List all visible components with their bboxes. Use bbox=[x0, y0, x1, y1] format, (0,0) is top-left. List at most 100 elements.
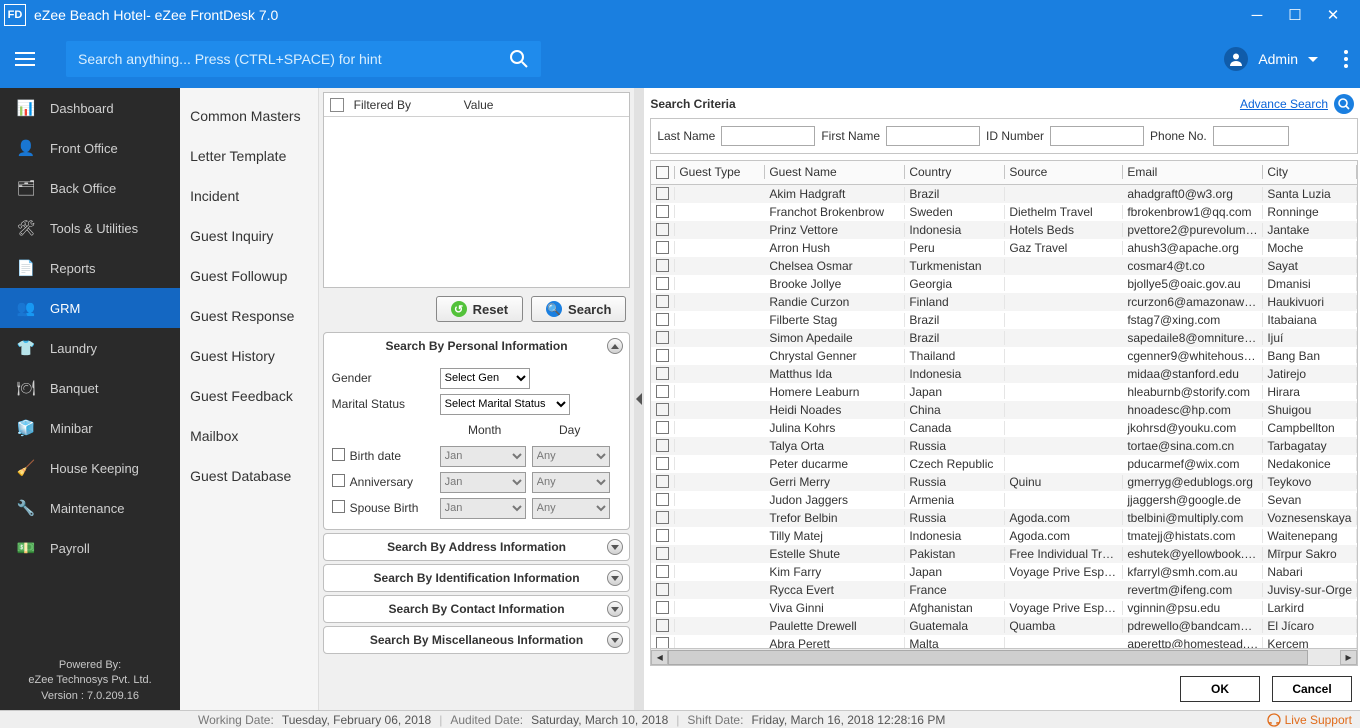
sidebar-item-dashboard[interactable]: 📊Dashboard bbox=[0, 88, 180, 128]
advance-search-link[interactable]: Advance Search bbox=[1240, 97, 1328, 111]
subside-item-guest-response[interactable]: Guest Response bbox=[180, 296, 318, 336]
sidebar-item-laundry[interactable]: 👕Laundry bbox=[0, 328, 180, 368]
table-row[interactable]: Heidi NoadesChinahnoadesc@hp.comShuigou bbox=[651, 401, 1357, 419]
row-checkbox[interactable] bbox=[656, 421, 669, 434]
more-menu-button[interactable] bbox=[1344, 50, 1348, 68]
ok-button[interactable]: OK bbox=[1180, 676, 1260, 702]
search-button[interactable]: 🔍 Search bbox=[531, 296, 626, 322]
search-criteria-button[interactable] bbox=[1334, 94, 1354, 114]
panel-splitter[interactable] bbox=[634, 88, 644, 710]
row-checkbox[interactable] bbox=[656, 511, 669, 524]
subside-item-guest-feedback[interactable]: Guest Feedback bbox=[180, 376, 318, 416]
search-icon[interactable] bbox=[497, 49, 541, 69]
first-name-input[interactable] bbox=[886, 126, 980, 146]
row-checkbox[interactable] bbox=[656, 439, 669, 452]
row-checkbox[interactable] bbox=[656, 385, 669, 398]
table-row[interactable]: Paulette DrewellGuatemalaQuambapdrewello… bbox=[651, 617, 1357, 635]
row-checkbox[interactable] bbox=[656, 547, 669, 560]
table-row[interactable]: Randie CurzonFinlandrcurzon6@amazonaws..… bbox=[651, 293, 1357, 311]
table-row[interactable]: Trefor BelbinRussiaAgoda.comtbelbini@mul… bbox=[651, 509, 1357, 527]
id-number-input[interactable] bbox=[1050, 126, 1144, 146]
row-checkbox[interactable] bbox=[656, 493, 669, 506]
table-row[interactable]: Arron HushPeruGaz Travelahush3@apache.or… bbox=[651, 239, 1357, 257]
col-city[interactable]: City bbox=[1263, 165, 1357, 179]
table-row[interactable]: Julina KohrsCanadajkohrsd@youku.comCampb… bbox=[651, 419, 1357, 437]
reset-button[interactable]: ↺ Reset bbox=[436, 296, 523, 322]
subside-item-guest-history[interactable]: Guest History bbox=[180, 336, 318, 376]
acc-identification-header[interactable]: Search By Identification Information bbox=[324, 565, 630, 591]
maximize-button[interactable]: ☐ bbox=[1276, 0, 1314, 30]
col-email[interactable]: Email bbox=[1123, 165, 1263, 179]
row-checkbox[interactable] bbox=[656, 403, 669, 416]
subside-item-common-masters[interactable]: Common Masters bbox=[180, 96, 318, 136]
table-row[interactable]: Matthus IdaIndonesiamidaa@stanford.eduJa… bbox=[651, 365, 1357, 383]
row-checkbox[interactable] bbox=[656, 565, 669, 578]
col-source[interactable]: Source bbox=[1005, 165, 1123, 179]
table-row[interactable]: Chelsea OsmarTurkmenistancosmar4@t.coSay… bbox=[651, 257, 1357, 275]
close-button[interactable]: ✕ bbox=[1314, 0, 1352, 30]
row-checkbox[interactable] bbox=[656, 601, 669, 614]
row-checkbox[interactable] bbox=[656, 313, 669, 326]
spouse-month-select[interactable]: Jan bbox=[440, 498, 526, 519]
table-row[interactable]: Simon ApedaileBrazilsapedaile8@omniture.… bbox=[651, 329, 1357, 347]
row-checkbox[interactable] bbox=[656, 331, 669, 344]
user-menu[interactable]: Admin bbox=[1224, 47, 1348, 71]
row-checkbox[interactable] bbox=[656, 619, 669, 632]
subside-item-guest-inquiry[interactable]: Guest Inquiry bbox=[180, 216, 318, 256]
sidebar-item-maintenance[interactable]: 🔧Maintenance bbox=[0, 488, 180, 528]
sidebar-item-payroll[interactable]: 💵Payroll bbox=[0, 528, 180, 568]
table-row[interactable]: Judon JaggersArmeniajjaggersh@google.deS… bbox=[651, 491, 1357, 509]
col-guest-type[interactable]: Guest Type bbox=[675, 165, 765, 179]
table-row[interactable]: Peter ducarmeCzech Republicpducarmef@wix… bbox=[651, 455, 1357, 473]
col-guest-name[interactable]: Guest Name bbox=[765, 165, 905, 179]
sidebar-item-front-office[interactable]: 👤Front Office bbox=[0, 128, 180, 168]
table-row[interactable]: Brooke JollyeGeorgiabjollye5@oaic.gov.au… bbox=[651, 275, 1357, 293]
scroll-right-icon[interactable]: ▸ bbox=[1340, 650, 1357, 665]
sidebar-item-grm[interactable]: 👥GRM bbox=[0, 288, 180, 328]
sidebar-item-tools-utilities[interactable]: 🛠Tools & Utilities bbox=[0, 208, 180, 248]
row-checkbox[interactable] bbox=[656, 349, 669, 362]
subside-item-incident[interactable]: Incident bbox=[180, 176, 318, 216]
row-checkbox[interactable] bbox=[656, 457, 669, 470]
birth-day-select[interactable]: Any bbox=[532, 446, 610, 467]
cancel-button[interactable]: Cancel bbox=[1272, 676, 1352, 702]
last-name-input[interactable] bbox=[721, 126, 815, 146]
gender-select[interactable]: Select Gen bbox=[440, 368, 530, 389]
subside-item-guest-followup[interactable]: Guest Followup bbox=[180, 256, 318, 296]
spouse-day-select[interactable]: Any bbox=[532, 498, 610, 519]
live-support-button[interactable]: Live Support bbox=[1267, 713, 1352, 727]
table-row[interactable]: Estelle ShutePakistanFree Individual Tra… bbox=[651, 545, 1357, 563]
scroll-left-icon[interactable]: ◂ bbox=[651, 650, 668, 665]
anniv-month-select[interactable]: Jan bbox=[440, 472, 526, 493]
table-row[interactable]: Franchot BrokenbrowSwedenDiethelm Travel… bbox=[651, 203, 1357, 221]
filter-select-all-checkbox[interactable] bbox=[330, 98, 344, 112]
grid-select-all-checkbox[interactable] bbox=[656, 166, 669, 179]
table-row[interactable]: Tilly MatejIndonesiaAgoda.comtmatejj@his… bbox=[651, 527, 1357, 545]
row-checkbox[interactable] bbox=[656, 529, 669, 542]
birth-checkbox[interactable] bbox=[332, 448, 345, 461]
row-checkbox[interactable] bbox=[656, 475, 669, 488]
table-row[interactable]: Kim FarryJapanVoyage Prive Espan...kfarr… bbox=[651, 563, 1357, 581]
anniv-checkbox[interactable] bbox=[332, 474, 345, 487]
anniv-day-select[interactable]: Any bbox=[532, 472, 610, 493]
menu-toggle-button[interactable] bbox=[0, 52, 50, 66]
subside-item-mailbox[interactable]: Mailbox bbox=[180, 416, 318, 456]
table-row[interactable]: Prinz VettoreIndonesiaHotels Bedspvettor… bbox=[651, 221, 1357, 239]
table-row[interactable]: Akim HadgraftBrazilahadgraft0@w3.orgSant… bbox=[651, 185, 1357, 203]
row-checkbox[interactable] bbox=[656, 259, 669, 272]
birth-month-select[interactable]: Jan bbox=[440, 446, 526, 467]
table-row[interactable]: Viva GinniAfghanistanVoyage Prive Espan.… bbox=[651, 599, 1357, 617]
sidebar-item-back-office[interactable]: 🗂Back Office bbox=[0, 168, 180, 208]
sidebar-item-banquet[interactable]: 🍽Banquet bbox=[0, 368, 180, 408]
grid-horizontal-scrollbar[interactable]: ◂ ▸ bbox=[651, 648, 1357, 665]
table-row[interactable]: Chrystal GennerThailandcgenner9@whitehou… bbox=[651, 347, 1357, 365]
sidebar-item-minibar[interactable]: 🧊Minibar bbox=[0, 408, 180, 448]
sidebar-item-house-keeping[interactable]: 🧹House Keeping bbox=[0, 448, 180, 488]
subside-item-letter-template[interactable]: Letter Template bbox=[180, 136, 318, 176]
spouse-checkbox[interactable] bbox=[332, 500, 345, 513]
acc-contact-header[interactable]: Search By Contact Information bbox=[324, 596, 630, 622]
minimize-button[interactable]: ─ bbox=[1238, 0, 1276, 30]
row-checkbox[interactable] bbox=[656, 223, 669, 236]
row-checkbox[interactable] bbox=[656, 637, 669, 648]
table-row[interactable]: Filberte StagBrazilfstag7@xing.comItabai… bbox=[651, 311, 1357, 329]
